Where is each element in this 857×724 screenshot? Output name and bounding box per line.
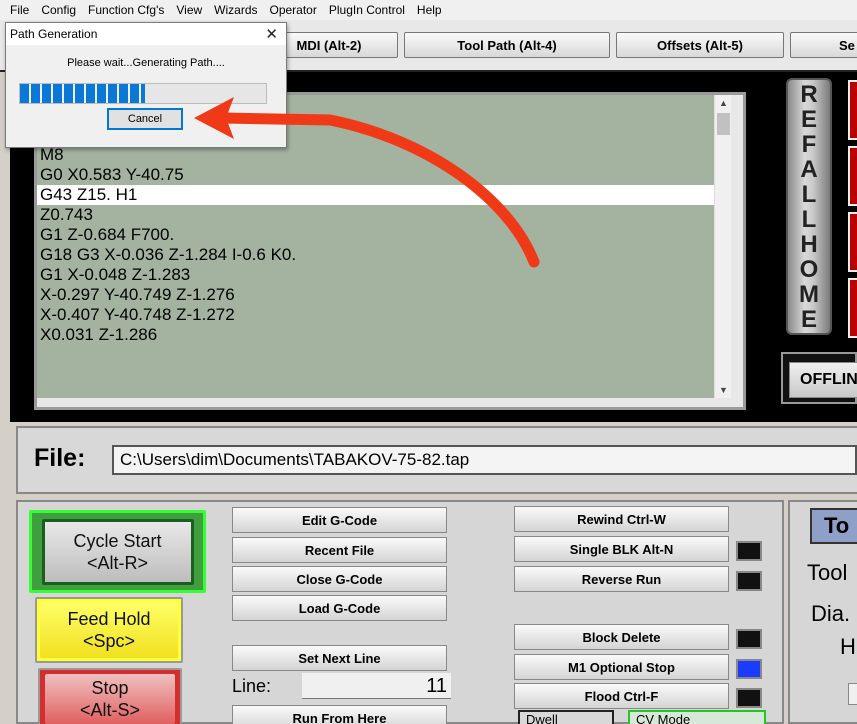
tab-settings[interactable]: Se xyxy=(790,32,857,58)
dialog-title: Path Generation xyxy=(6,23,286,45)
tool-label: Tool xyxy=(807,560,848,585)
tab-tool-path[interactable]: Tool Path (Alt-4) xyxy=(404,32,610,58)
edit-gcode-button[interactable]: Edit G-Code xyxy=(232,507,447,533)
gcode-line: X-0.407 Y-40.748 Z-1.272 xyxy=(40,305,235,324)
h-label: H xyxy=(840,634,856,659)
gcode-line: M8 xyxy=(40,145,64,164)
path-generation-dialog: Path Generation ✕ Please wait...Generati… xyxy=(5,22,287,148)
ref-all-home-letter: R xyxy=(800,80,818,108)
axis-red-led xyxy=(848,146,857,206)
file-label: File: xyxy=(34,444,86,472)
progress-bar xyxy=(19,83,267,104)
gcode-line: G18 G3 X-0.036 Z-1.284 I-0.6 K0. xyxy=(40,245,297,264)
menu-config[interactable]: Config xyxy=(41,3,76,17)
flood-led xyxy=(736,688,762,708)
gcode-line: G1 Z-0.684 F700. xyxy=(40,225,175,244)
m1-optional-stop-button[interactable]: M1 Optional Stop xyxy=(514,654,729,680)
ref-all-home-letter: A xyxy=(800,155,818,183)
scroll-down-icon[interactable]: ▼ xyxy=(715,382,732,398)
load-gcode-button[interactable]: Load G-Code xyxy=(232,595,447,621)
line-label: Line: xyxy=(232,676,272,696)
offline-label: OFFLIN xyxy=(789,362,857,398)
run-from-here-button[interactable]: Run From Here xyxy=(232,705,447,724)
axis-red-led xyxy=(848,80,857,140)
feed-hold-button[interactable]: Feed Hold <Spc> xyxy=(35,597,183,663)
dia-label: Dia. xyxy=(811,601,851,626)
cycle-start-button[interactable]: Cycle Start <Alt-R> xyxy=(29,510,206,593)
close-gcode-button[interactable]: Close G-Code xyxy=(232,566,447,592)
menu-operator[interactable]: Operator xyxy=(270,3,317,17)
block-delete-button[interactable]: Block Delete xyxy=(514,624,729,650)
menu-file[interactable]: File xyxy=(10,3,29,17)
ref-all-home-button[interactable]: REFALLHOME xyxy=(786,78,832,335)
ref-all-home-letter: F xyxy=(801,130,817,158)
progress-fill xyxy=(20,84,146,103)
file-path-field: C:\Users\dim\Documents\TABAKOV-75-82.tap xyxy=(112,445,857,475)
single-block-led xyxy=(736,541,762,561)
cv-mode-indicator: CV Mode xyxy=(628,710,766,724)
ref-all-home-letter: M xyxy=(799,280,819,308)
ref-all-home-letter: H xyxy=(800,230,818,258)
axis-red-led xyxy=(848,278,857,338)
cycle-start-label: Cycle Start xyxy=(73,530,162,551)
gcode-line: G0 X0.583 Y-40.75 xyxy=(40,165,184,184)
line-number-field[interactable]: 11 xyxy=(302,673,451,699)
gcode-line: X0.031 Z-1.286 xyxy=(40,325,158,344)
stop-label: Stop xyxy=(91,678,129,698)
offline-button[interactable]: OFFLIN xyxy=(781,352,857,404)
single-block-button[interactable]: Single BLK Alt-N xyxy=(514,536,729,562)
tab-offsets[interactable]: Offsets (Alt-5) xyxy=(616,32,784,58)
dwell-indicator: Dwell xyxy=(518,710,614,724)
menu-wizards[interactable]: Wizards xyxy=(214,3,257,17)
m1-optional-stop-led xyxy=(736,659,762,679)
gcode-current-line: G43 Z15. H1 xyxy=(37,185,714,205)
ref-all-home-letter: E xyxy=(800,305,817,333)
menu-help[interactable]: Help xyxy=(417,3,442,17)
feed-hold-label: Feed Hold xyxy=(67,609,151,629)
scroll-thumb[interactable] xyxy=(717,113,730,135)
menu-function-cfgs[interactable]: Function Cfg's xyxy=(88,3,164,17)
gcode-line: G1 X-0.048 Z-1.283 xyxy=(40,265,191,284)
gcode-line: X-0.297 Y-40.749 Z-1.276 xyxy=(40,285,235,304)
flood-button[interactable]: Flood Ctrl-F xyxy=(514,683,729,709)
recent-file-button[interactable]: Recent File xyxy=(232,537,447,563)
cancel-button[interactable]: Cancel xyxy=(107,108,183,130)
reverse-run-led xyxy=(736,571,762,591)
cycle-start-shortcut: <Alt-R> xyxy=(86,552,149,573)
gcode-line: Z0.743 xyxy=(40,205,93,224)
stop-shortcut: <Alt-S> xyxy=(79,700,141,720)
dialog-message: Please wait...Generating Path.... xyxy=(67,57,225,69)
rewind-button[interactable]: Rewind Ctrl-W xyxy=(514,506,729,532)
reverse-run-button[interactable]: Reverse Run xyxy=(514,566,729,592)
scroll-up-icon[interactable]: ▲ xyxy=(715,95,732,111)
ref-all-home-letter: L xyxy=(801,205,817,233)
ref-all-home-letter: L xyxy=(801,180,817,208)
ref-all-home-letter: O xyxy=(799,255,819,283)
tool-field xyxy=(848,683,857,705)
tool-panel-header: To xyxy=(810,508,857,544)
menu-bar: File Config Function Cfg's View Wizards … xyxy=(0,0,857,20)
ref-all-home-letter: E xyxy=(800,105,817,133)
stop-button[interactable]: Stop <Alt-S> xyxy=(38,668,182,724)
close-icon[interactable]: ✕ xyxy=(265,25,278,43)
axis-red-led xyxy=(848,212,857,272)
block-delete-led xyxy=(736,629,762,649)
gcode-scrollbar[interactable]: ▲ ▼ xyxy=(714,95,731,398)
menu-view[interactable]: View xyxy=(176,3,202,17)
set-next-line-button[interactable]: Set Next Line xyxy=(232,645,447,671)
feed-hold-shortcut: <Spc> xyxy=(82,631,136,651)
menu-plugin-control[interactable]: PlugIn Control xyxy=(329,3,405,17)
